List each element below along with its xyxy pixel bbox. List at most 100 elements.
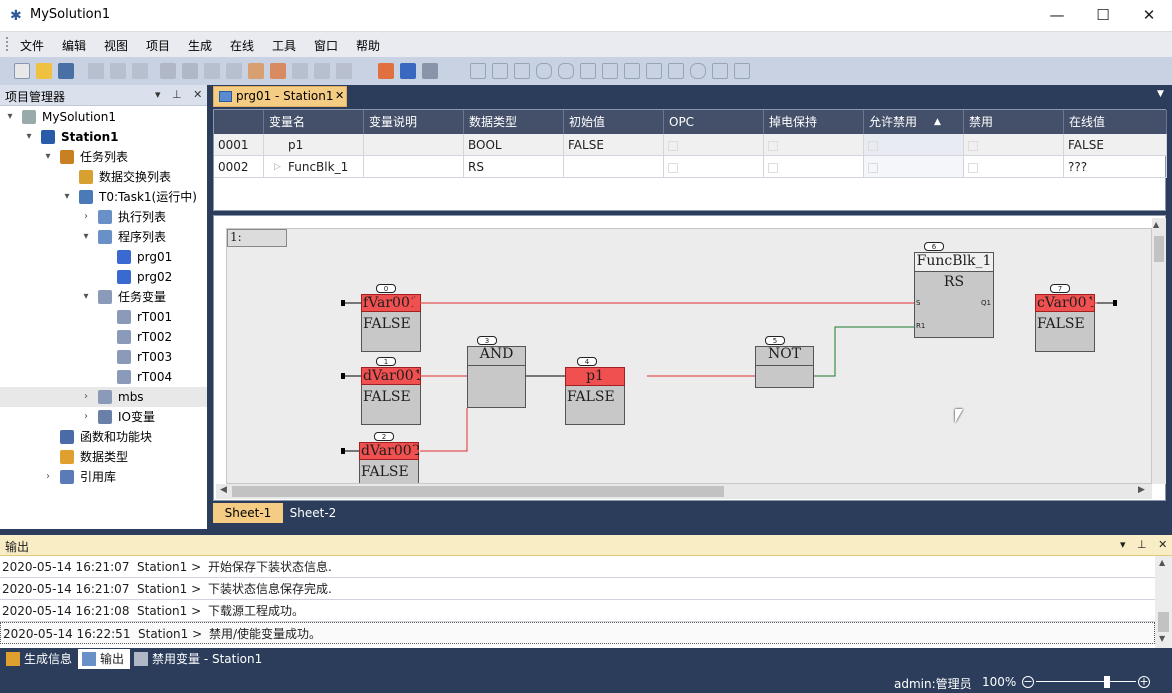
row1-online[interactable]: FALSE (1064, 134, 1167, 156)
menu-grip-icon[interactable] (6, 37, 9, 51)
disabled-checkbox[interactable] (968, 162, 978, 173)
tree-item[interactable]: rT003 (0, 347, 207, 367)
sheet-tab-1[interactable]: Sheet-1 (213, 503, 283, 523)
expand-down-icon[interactable]: ▾ (23, 127, 35, 147)
grid-header-name[interactable]: 变量名 (264, 110, 364, 134)
save-icon[interactable] (58, 63, 74, 79)
output-row[interactable]: 2020-05-14 16:22:51 Station1 > 禁用/使能变量成功。 (0, 622, 1155, 644)
retain-checkbox[interactable] (768, 162, 778, 173)
tree-item[interactable]: 数据类型 (0, 447, 207, 467)
expand-down-icon[interactable]: ▾ (42, 147, 54, 167)
row2-name[interactable]: ▷ FuncBlk_1 (264, 156, 364, 178)
row1-index[interactable]: 0001 (214, 134, 264, 156)
row2-init[interactable] (564, 156, 664, 178)
zoom-in-icon[interactable]: + (1138, 676, 1150, 688)
redo-icon[interactable] (182, 63, 198, 79)
menu-edit[interactable]: 编辑 (62, 37, 86, 54)
menu-project[interactable]: 项目 (146, 37, 170, 54)
grid-header-type[interactable]: 数据类型 (464, 110, 564, 134)
row1-type[interactable]: BOOL (464, 134, 564, 156)
scroll-right-icon[interactable]: ▶ (1138, 485, 1145, 495)
row2-opc[interactable] (664, 156, 764, 178)
scroll-left-icon[interactable]: ◀ (220, 485, 227, 495)
menu-build[interactable]: 生成 (188, 37, 212, 54)
menu-online[interactable]: 在线 (230, 37, 254, 54)
row1-init[interactable]: FALSE (564, 134, 664, 156)
tree-item[interactable]: 数据交换列表 (0, 167, 207, 187)
row1-desc[interactable] (364, 134, 464, 156)
menu-file[interactable]: 文件 (20, 37, 44, 54)
row2-disabled[interactable] (964, 156, 1064, 178)
tree-item[interactable]: rT002 (0, 327, 207, 347)
zoom-slider[interactable]: − + (1020, 674, 1152, 690)
minimize-button[interactable]: — (1034, 0, 1080, 32)
step-icon[interactable] (422, 63, 438, 79)
maximize-button[interactable]: ☐ (1080, 0, 1126, 32)
row2-index[interactable]: 0002 (214, 156, 264, 178)
tab-close-icon[interactable]: ✕ (335, 89, 344, 102)
output-row[interactable]: 2020-05-14 16:21:08 Station1 > 下载源工程成功。 (0, 600, 1155, 622)
upload-icon[interactable] (314, 63, 330, 79)
grid-header-disabled[interactable]: 禁用 (964, 110, 1064, 134)
disabled-checkbox[interactable] (968, 140, 978, 151)
expand-down-icon[interactable]: ▾ (61, 187, 73, 207)
tree-item[interactable]: ▾ Station1 (0, 127, 207, 147)
output-scroll-thumb[interactable] (1158, 612, 1169, 632)
row1-retain[interactable] (764, 134, 864, 156)
horizontal-scrollbar[interactable]: ◀ ▶ (216, 484, 1152, 499)
menu-tools[interactable]: 工具 (272, 37, 296, 54)
tree-item[interactable]: › 执行列表 (0, 207, 207, 227)
expand-right-icon[interactable]: › (80, 387, 92, 407)
menu-view[interactable]: 视图 (104, 37, 128, 54)
input-var-icon[interactable] (536, 63, 552, 79)
row1-disabled[interactable] (964, 134, 1064, 156)
retain-checkbox[interactable] (768, 140, 778, 151)
users-icon[interactable] (248, 63, 264, 79)
vertical-scroll-thumb[interactable] (1154, 236, 1164, 262)
tree-item[interactable]: rT004 (0, 367, 207, 387)
tree-item[interactable]: prg02 (0, 267, 207, 287)
opc-checkbox[interactable] (668, 140, 678, 151)
user-config-icon[interactable] (270, 63, 286, 79)
row2-allow-disable[interactable] (864, 156, 964, 178)
sheet-tab-2[interactable]: Sheet-2 (283, 503, 343, 523)
cut-icon[interactable] (88, 63, 104, 79)
tree-item[interactable]: › IO变量 (0, 407, 207, 427)
grid-header-allow-disable[interactable]: 允许禁用 ▲ (864, 110, 964, 134)
tree-item[interactable]: › mbs (0, 387, 207, 407)
expand-arrow-icon[interactable]: ▷ (274, 156, 281, 177)
tab-build-info[interactable]: 生成信息 (4, 649, 76, 669)
tree-item[interactable]: 函数和功能块 (0, 427, 207, 447)
close-button[interactable]: ✕ (1126, 0, 1172, 32)
cvar001-name[interactable]: cVar001 (1035, 294, 1095, 312)
menu-window[interactable]: 窗口 (314, 37, 338, 54)
tab-prg01[interactable]: prg01 - Station1 ✕ (213, 86, 347, 107)
row2-desc[interactable] (364, 156, 464, 178)
output-scroll-down-icon[interactable]: ▼ (1159, 634, 1165, 643)
new-icon[interactable] (14, 63, 30, 79)
output-var-icon[interactable] (558, 63, 574, 79)
expand-right-icon[interactable]: › (42, 467, 54, 487)
row1-name[interactable]: p1 (264, 134, 364, 156)
continuation-icon[interactable] (712, 63, 728, 79)
vertical-scrollbar[interactable]: ▲ (1152, 218, 1166, 484)
download-icon[interactable] (292, 63, 308, 79)
tree-item[interactable]: › 引用库 (0, 467, 207, 487)
open-icon[interactable] (36, 63, 52, 79)
tree-item[interactable]: ▾ 程序列表 (0, 227, 207, 247)
zoom-thumb[interactable] (1104, 676, 1111, 688)
compile-icon[interactable] (204, 63, 220, 79)
tree-item[interactable]: ▾ 任务变量 (0, 287, 207, 307)
tree-item[interactable]: ▾ T0:Task1(运行中) (0, 187, 207, 207)
expand-right-icon[interactable]: › (80, 407, 92, 427)
row1-allow-disable[interactable] (864, 134, 964, 156)
output-row[interactable]: 2020-05-14 16:21:07 Station1 > 下装状态信息保存完成. (0, 578, 1155, 600)
return-icon[interactable] (668, 63, 684, 79)
row1-opc[interactable] (664, 134, 764, 156)
p1-name[interactable]: p1 (565, 367, 625, 386)
copy-icon[interactable] (110, 63, 126, 79)
select-icon[interactable] (470, 63, 486, 79)
stop-icon[interactable] (378, 63, 394, 79)
output-scroll-up-icon[interactable]: ▲ (1159, 558, 1165, 567)
rs-instance[interactable]: FuncBlk_1 (914, 252, 994, 272)
